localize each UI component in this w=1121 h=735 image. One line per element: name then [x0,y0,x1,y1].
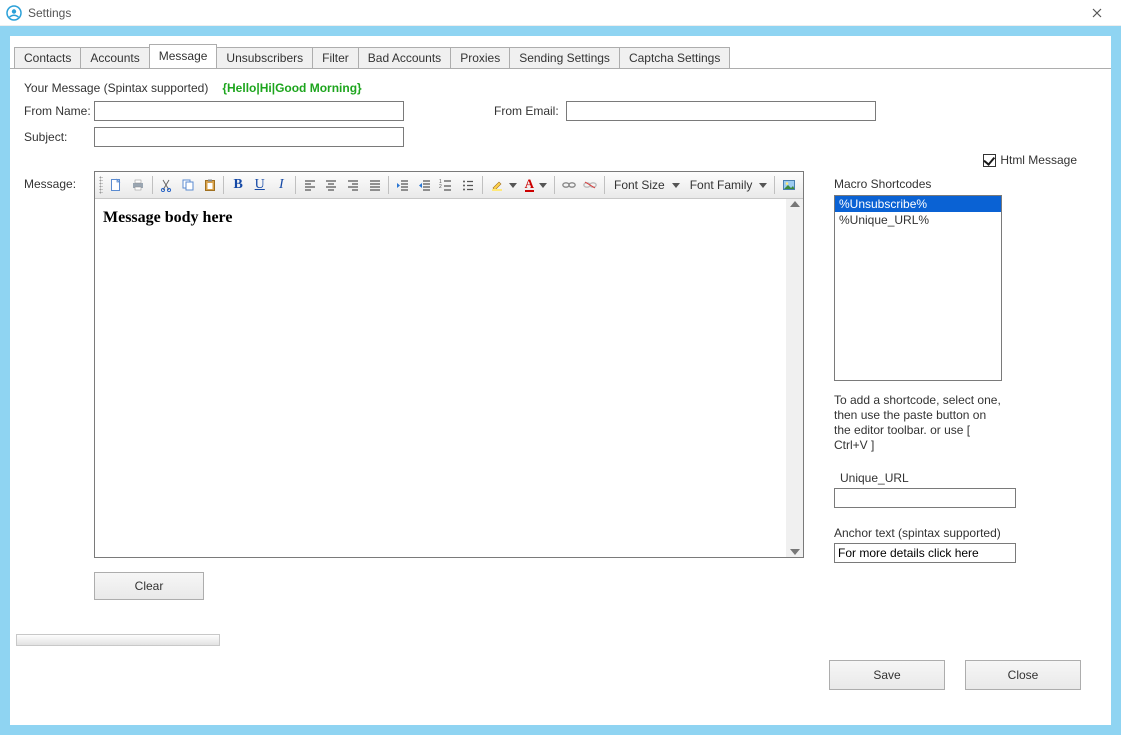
macro-shortcodes-label: Macro Shortcodes [834,177,1097,191]
from-email-input[interactable] [566,101,876,121]
html-message-checkbox[interactable] [983,154,996,167]
tab-contacts[interactable]: Contacts [14,47,81,69]
print-button[interactable] [128,174,148,196]
tab-accounts[interactable]: Accounts [80,47,149,69]
your-message-label: Your Message (Spintax supported) [24,81,208,95]
outdent-button[interactable] [415,174,435,196]
settings-window: Settings ContactsAccountsMessageUnsubscr… [0,0,1121,735]
tab-sending-settings[interactable]: Sending Settings [509,47,620,69]
client-area: ContactsAccountsMessageUnsubscribersFilt… [0,26,1121,735]
tab-unsubscribers[interactable]: Unsubscribers [216,47,313,69]
tab-filter[interactable]: Filter [312,47,359,69]
html-message-label: Html Message [1000,153,1077,167]
window-close-button[interactable] [1077,0,1117,26]
tab-captcha-settings[interactable]: Captcha Settings [619,47,730,69]
italic-button[interactable]: I [272,174,292,196]
unique-url-label: Unique_URL [840,471,1097,485]
save-button[interactable]: Save [829,660,945,690]
bold-button[interactable]: B [228,174,248,196]
from-email-label: From Email: [494,104,566,118]
subject-label: Subject: [24,130,94,144]
align-justify-button[interactable] [365,174,385,196]
unordered-list-button[interactable] [458,174,478,196]
app-icon [6,5,22,21]
subject-input[interactable] [94,127,404,147]
main-panel: ContactsAccountsMessageUnsubscribersFilt… [10,36,1111,725]
macro-hint: To add a shortcode, select one, then use… [834,393,1002,453]
font-color-button[interactable]: A [522,174,550,196]
titlebar: Settings [0,0,1121,26]
align-right-button[interactable] [343,174,363,196]
macro-shortcodes-list[interactable]: %Unsubscribe%%Unique_URL% [834,195,1002,381]
scroll-up-icon [790,201,800,207]
new-doc-button[interactable] [107,174,127,196]
svg-text:2: 2 [439,184,442,190]
from-name-label: From Name: [24,104,94,118]
tabstrip: ContactsAccountsMessageUnsubscribersFilt… [10,36,1111,68]
toolbar-grip-icon [99,176,103,194]
font-family-dropdown[interactable]: Font Family [685,174,771,196]
clear-button[interactable]: Clear [94,572,204,600]
message-label: Message: [24,177,76,191]
unlink-button[interactable] [581,174,601,196]
tab-body: Your Message (Spintax supported) {Hello|… [10,68,1111,628]
copy-button[interactable] [178,174,198,196]
align-center-button[interactable] [322,174,342,196]
footer: Save Close [10,646,1111,700]
underline-button[interactable]: U [250,174,270,196]
macro-item[interactable]: %Unsubscribe% [835,196,1001,212]
close-button[interactable]: Close [965,660,1081,690]
from-name-input[interactable] [94,101,404,121]
tab-bad-accounts[interactable]: Bad Accounts [358,47,451,69]
window-title: Settings [28,6,71,20]
editor-scrollbar[interactable] [786,199,803,557]
align-left-button[interactable] [300,174,320,196]
ordered-list-button[interactable]: 12 [437,174,457,196]
rich-text-editor: B U I 12 [94,171,804,558]
anchor-text-input[interactable] [834,543,1016,563]
cut-button[interactable] [157,174,177,196]
unique-url-input[interactable] [834,488,1016,508]
editor-body[interactable]: Message body here [95,199,786,557]
font-size-dropdown[interactable]: Font Size [609,174,683,196]
paste-button[interactable] [200,174,220,196]
insert-image-button[interactable] [779,174,799,196]
macro-item[interactable]: %Unique_URL% [835,212,1001,228]
editor-toolbar: B U I 12 [95,172,803,199]
spintax-hint: {Hello|Hi|Good Morning} [222,81,361,95]
scroll-down-icon [790,549,800,555]
indent-button[interactable] [393,174,413,196]
tab-message[interactable]: Message [149,44,218,68]
anchor-text-label: Anchor text (spintax supported) [834,526,1097,540]
status-strip [16,634,220,646]
link-button[interactable] [559,174,579,196]
tab-proxies[interactable]: Proxies [450,47,510,69]
highlight-color-button[interactable] [487,174,520,196]
